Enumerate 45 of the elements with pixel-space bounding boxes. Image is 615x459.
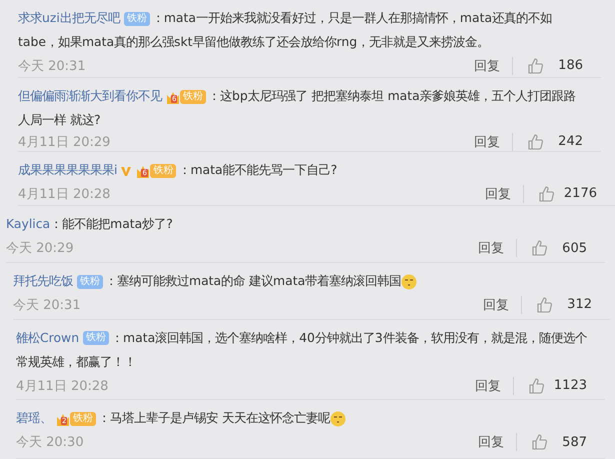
like-count: 605 [561,240,587,256]
fan-badge: 铁粉 [77,274,103,288]
reply-link[interactable]: 回复 [474,132,513,150]
like-count: 312 [566,297,592,312]
comment-date: 今天 20:30 [16,434,85,452]
username-link[interactable]: 但偏偏雨渐渐大到看你不见 [18,88,162,103]
like-count: 242 [557,134,583,149]
fan-badge: 铁粉 [70,412,96,426]
fan-badge: 铁粉 [150,164,176,178]
reply-link[interactable]: 回复 [484,184,524,202]
reply-link[interactable]: 回复 [474,56,513,74]
like-count: 587 [561,434,587,450]
comment-date: 今天 20:31 [13,296,82,314]
comment-text: 雒松Crown 铁粉 ：mata滚回韩国，选个塞纳啥样，40分钟就出了3件装备，软用没有，就是混，随便选个常规英雄，都赢了！！ [16,328,587,371]
comment-date: 今天 20:31 [18,58,87,74]
comment-text: 拜托先吃饭 铁粉 ：塞纳可能救过mata的命 建议mata带着塞纳滚回韩国 [13,268,592,293]
thumbs-up-icon[interactable] [528,376,546,395]
reply-link[interactable]: 回复 [478,239,517,257]
fan-badge: 铁粉 [180,90,206,104]
username-link[interactable]: 雒松Crown [16,330,80,345]
comment-text: Kaylica：能不能把mata炒了? [6,215,174,233]
thumbs-up-icon[interactable] [531,239,549,257]
like-count: 1123 [554,378,587,394]
thumbs-up-icon[interactable] [538,184,556,202]
thumbs-up-icon[interactable] [531,433,549,452]
username-link[interactable]: 拜托先吃饭 [13,272,73,288]
reply-link[interactable]: 回复 [478,433,517,452]
comment-date: 4月11日 20:28 [18,186,112,202]
username-link[interactable]: Kaylica [6,216,50,231]
like-count: 186 [557,58,583,73]
thumbs-up-icon[interactable] [527,56,545,74]
username-link[interactable]: 成果果果果果果果i [18,162,118,177]
thumbs-up-icon[interactable] [527,132,545,150]
username-link[interactable]: 求求uzi出把无尽吧 [18,10,120,25]
reply-link[interactable]: 回复 [474,376,514,395]
comment-text: 求求uzi出把无尽吧 铁粉 ：mata一开始来我就没看好过，只是一群人在那搞情怀，mata还真的不如tabe，如果mata真的那么强skt早留他做教练了还会放给你rng，无非就是又来捞波金。 [18,9,554,51]
like-count: 2176 [564,186,597,201]
fan-badge: 铁粉 [124,12,150,26]
comment-date: 今天 20:29 [6,240,75,257]
username-link[interactable]: 碧瑶、 [16,410,52,426]
comment-date: 4月11日 20:28 [16,378,110,395]
fan-badge: 铁粉 [83,331,110,346]
thumbs-up-icon[interactable] [536,296,554,314]
reply-link[interactable]: 回复 [483,296,522,314]
comment-date: 4月11日 20:29 [18,134,112,150]
